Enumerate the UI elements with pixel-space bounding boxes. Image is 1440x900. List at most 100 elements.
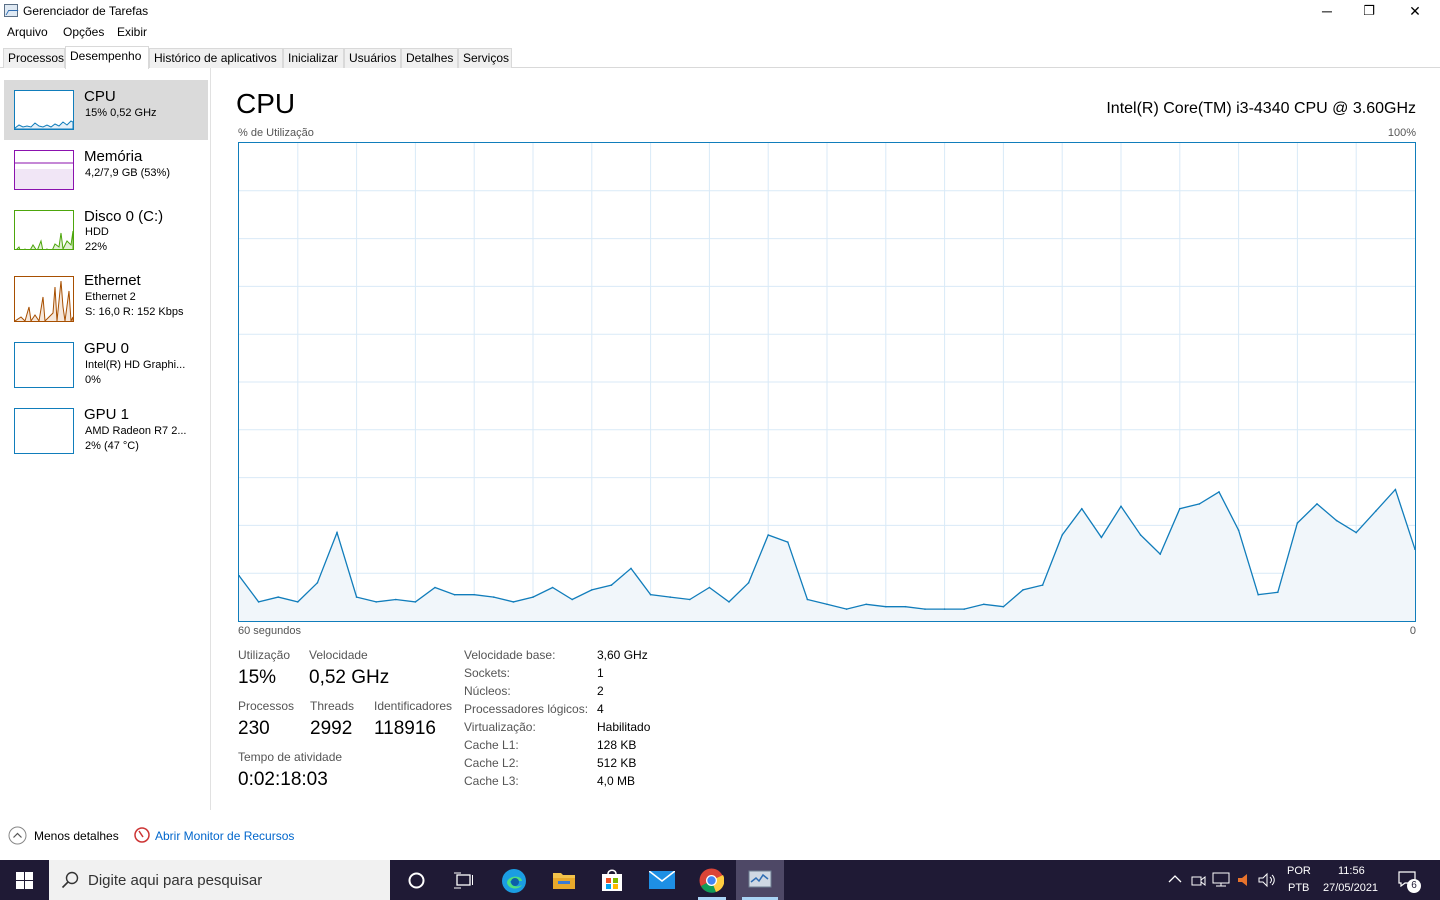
- cpu-usage-point: [1120, 505, 1122, 508]
- cpu-usage-point: [1198, 503, 1201, 505]
- cpu-usage-point: [1296, 522, 1299, 524]
- action-center-button[interactable]: 6: [1390, 860, 1430, 900]
- taskbar-file-explorer[interactable]: [540, 860, 588, 900]
- cpu-usage-chart: [238, 142, 1416, 622]
- open-resource-monitor-link[interactable]: Abrir Monitor de Recursos: [155, 829, 294, 843]
- threads-value: 2992: [310, 718, 353, 739]
- resource-detail: AMD Radeon R7 2...: [85, 425, 187, 437]
- cpu-usage-point: [414, 601, 417, 603]
- cpu-usage-point: [689, 598, 691, 601]
- spec-value: 3,60 GHz: [597, 648, 648, 662]
- cpu-usage-point: [453, 593, 456, 596]
- resource-disk[interactable]: Disco 0 (C:) HDD 22%: [4, 200, 208, 260]
- tray-warning[interactable]: [1233, 860, 1253, 900]
- tray-clock[interactable]: 11:56 27/05/2021: [1320, 860, 1386, 900]
- tab-processos[interactable]: Processos: [3, 48, 65, 68]
- cpu-usage-point: [983, 603, 985, 606]
- start-button[interactable]: [0, 860, 48, 900]
- cpu-usage-point: [551, 586, 554, 589]
- taskbar-edge[interactable]: [490, 860, 538, 900]
- speed-value: 0,52 GHz: [309, 667, 390, 688]
- cpu-usage-point: [1237, 529, 1240, 531]
- resource-memory[interactable]: Memória 4,2/7,9 GB (53%): [4, 140, 208, 200]
- network-icon: [1212, 872, 1230, 887]
- tray-show-hidden[interactable]: [1163, 860, 1187, 900]
- cpu-usage-point: [865, 603, 867, 606]
- cpu-usage-point: [787, 541, 789, 543]
- chevron-up-circle-icon[interactable]: [8, 826, 27, 845]
- tab-inicializar[interactable]: Inicializar: [283, 48, 344, 68]
- menu-arquivo[interactable]: Arquivo: [7, 25, 48, 39]
- cortana-button[interactable]: [392, 860, 440, 900]
- cpu-usage-point: [728, 601, 730, 603]
- tray-meet-now[interactable]: [1187, 860, 1209, 900]
- spec-label: Cache L1:: [464, 738, 519, 752]
- cpu-usage-point: [904, 605, 907, 608]
- taskbar-chrome[interactable]: [688, 860, 736, 900]
- spec-label: Cache L3:: [464, 774, 519, 788]
- taskbar-task-manager[interactable]: [736, 860, 784, 900]
- graph-y-max: 100%: [1387, 127, 1416, 139]
- resource-gpu1[interactable]: GPU 1 AMD Radeon R7 2... 2% (47 °C): [4, 398, 208, 458]
- mail-envelope-icon: [649, 871, 675, 889]
- task-view-button[interactable]: [440, 860, 488, 900]
- cpu-usage-point: [316, 582, 319, 584]
- cpu-usage-point: [591, 589, 593, 591]
- page-title: CPU: [236, 88, 296, 119]
- cpu-usage-point: [1335, 519, 1338, 522]
- cpu-usage-point: [885, 605, 887, 608]
- tab-servicos[interactable]: Serviços: [458, 48, 512, 68]
- taskbar-store[interactable]: [588, 860, 636, 900]
- tray-volume[interactable]: [1255, 860, 1279, 900]
- resource-name: Memória: [84, 148, 143, 165]
- cpu-usage-point: [1375, 510, 1377, 512]
- cpu-thumbnail: [14, 90, 74, 130]
- cpu-usage-point: [297, 601, 299, 603]
- tab-detalhes[interactable]: Detalhes: [401, 48, 458, 68]
- taskbar-mail[interactable]: [638, 860, 686, 900]
- menu-opcoes[interactable]: Opções: [63, 25, 104, 39]
- spec-label: Virtualização:: [464, 720, 536, 734]
- fewer-details-link[interactable]: Menos detalhes: [34, 829, 119, 843]
- gpu1-thumbnail: [14, 408, 74, 454]
- handles-value: 118916: [374, 718, 436, 739]
- tab-historico[interactable]: Histórico de aplicativos: [149, 48, 283, 68]
- windows-logo-icon: [16, 872, 33, 889]
- speed-label: Velocidade: [309, 648, 368, 662]
- cpu-usage-point: [336, 531, 338, 534]
- close-button[interactable]: ✕: [1392, 0, 1438, 22]
- cpu-usage-point: [943, 608, 946, 610]
- cpu-usage-point: [708, 586, 711, 589]
- resource-gpu0[interactable]: GPU 0 Intel(R) HD Graphi... 0%: [4, 332, 208, 392]
- tray-language[interactable]: POR PTB: [1283, 860, 1317, 900]
- cpu-model-name: Intel(R) Core(TM) i3-4340 CPU @ 3.60GHz: [1106, 100, 1416, 117]
- resource-detail: 15% 0,52 GHz: [85, 107, 157, 119]
- tray-network[interactable]: [1209, 860, 1233, 900]
- cpu-usage-point: [1100, 536, 1103, 539]
- cpu-usage-point: [532, 596, 534, 598]
- resource-detail-2: 0%: [85, 374, 101, 386]
- tab-desempenho[interactable]: Desempenho: [65, 46, 149, 69]
- resource-ethernet[interactable]: Ethernet Ethernet 2 S: 16,0 R: 152 Kbps: [4, 266, 208, 326]
- resource-detail: HDD: [85, 226, 109, 238]
- cpu-usage-point: [1316, 503, 1318, 505]
- resource-detail: Ethernet 2: [85, 291, 136, 303]
- uptime-value: 0:02:18:03: [238, 769, 328, 790]
- cpu-usage-point: [610, 584, 613, 586]
- cpu-usage-point: [806, 598, 809, 601]
- taskbar-search-box[interactable]: Digite aqui para pesquisar: [49, 860, 390, 900]
- resource-cpu[interactable]: CPU 15% 0,52 GHz: [4, 80, 208, 140]
- cpu-usage-point: [649, 593, 652, 596]
- minimize-button[interactable]: ─: [1304, 0, 1350, 22]
- restore-button[interactable]: ❐: [1346, 0, 1392, 22]
- menu-exibir[interactable]: Exibir: [117, 25, 147, 39]
- cpu-usage-point: [1061, 534, 1063, 536]
- cpu-usage-point: [845, 608, 848, 610]
- resource-detail: 4,2/7,9 GB (53%): [85, 167, 170, 179]
- tab-usuarios[interactable]: Usuários: [344, 48, 401, 68]
- utilization-value: 15%: [238, 667, 277, 688]
- cpu-usage-point: [257, 601, 260, 603]
- handles-label: Identificadores: [374, 699, 453, 713]
- cpu-usage-point: [512, 601, 515, 603]
- graph-x-right: 0: [1409, 625, 1416, 637]
